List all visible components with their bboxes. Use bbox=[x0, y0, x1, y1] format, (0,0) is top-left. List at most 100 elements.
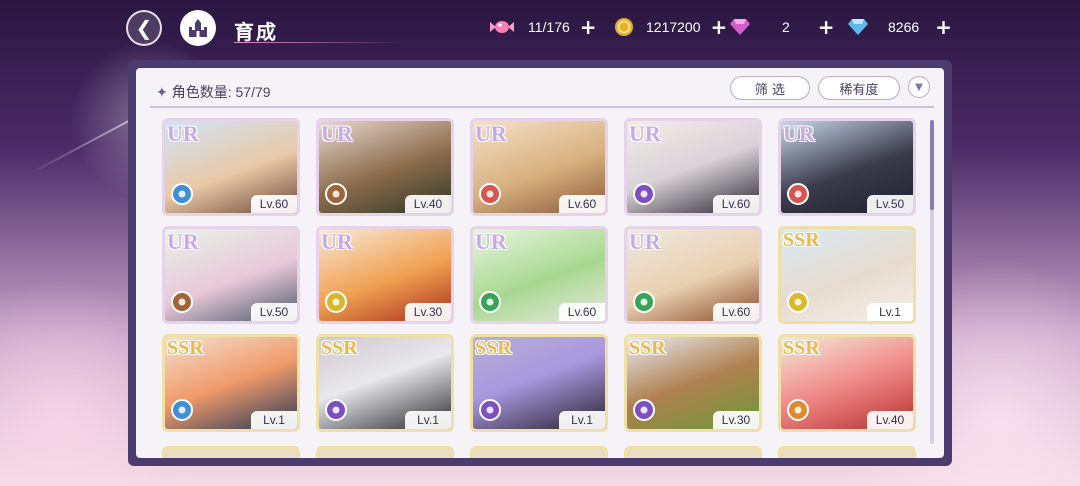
title-underline-decoration bbox=[234, 42, 404, 43]
character-card[interactable]: SSR Lv.1 bbox=[316, 334, 454, 432]
level-label: Lv.1 bbox=[559, 411, 605, 429]
level-label: Lv.50 bbox=[251, 303, 297, 321]
character-card[interactable]: UR Lv.60 bbox=[470, 118, 608, 216]
scrollbar[interactable] bbox=[930, 120, 934, 444]
character-card[interactable]: SSR Lv.30 bbox=[624, 334, 762, 432]
attribute-icon bbox=[787, 291, 809, 313]
attribute-icon bbox=[171, 291, 193, 313]
character-count-label: ✦ 角色数量: 57/79 bbox=[156, 82, 271, 102]
character-card-partial[interactable] bbox=[162, 446, 300, 458]
pink-diamond-value: 2 bbox=[782, 19, 790, 35]
sort-rarity-button[interactable]: 稀有度 bbox=[818, 76, 900, 100]
header-divider bbox=[150, 106, 934, 108]
level-label: Lv.60 bbox=[559, 195, 605, 213]
character-card[interactable]: UR Lv.50 bbox=[778, 118, 916, 216]
pink-diamond-add-button[interactable]: + bbox=[818, 17, 835, 37]
level-label: Lv.60 bbox=[251, 195, 297, 213]
candy-value: 11/176 bbox=[528, 19, 570, 35]
attribute-icon bbox=[325, 291, 347, 313]
blue-diamond-icon bbox=[846, 16, 870, 38]
rarity-badge: UR bbox=[475, 121, 507, 146]
rarity-badge: UR bbox=[783, 121, 815, 146]
rarity-badge: UR bbox=[475, 229, 507, 254]
character-card[interactable]: SSR Lv.1 bbox=[162, 334, 300, 432]
attribute-icon bbox=[325, 399, 347, 421]
gold-add-button[interactable]: + bbox=[711, 17, 728, 37]
rarity-badge: UR bbox=[167, 121, 199, 146]
attribute-icon bbox=[787, 183, 809, 205]
rarity-badge: UR bbox=[629, 121, 661, 146]
home-button[interactable] bbox=[180, 10, 216, 46]
character-card-partial[interactable] bbox=[624, 446, 762, 458]
level-label: Lv.1 bbox=[405, 411, 451, 429]
page-title: 育成 bbox=[234, 20, 278, 44]
level-label: Lv.30 bbox=[405, 303, 451, 321]
castle-icon bbox=[189, 19, 207, 37]
level-label: Lv.40 bbox=[405, 195, 451, 213]
candy-icon bbox=[490, 16, 514, 38]
rarity-badge: SSR bbox=[783, 337, 820, 359]
level-label: Lv.60 bbox=[559, 303, 605, 321]
filter-button[interactable]: 筛 选 bbox=[730, 76, 810, 100]
gold-coin-icon bbox=[612, 16, 636, 38]
attribute-icon bbox=[479, 291, 501, 313]
character-card[interactable]: SSR Lv.1 bbox=[778, 226, 916, 324]
blue-diamond-value: 8266 bbox=[888, 19, 920, 35]
rarity-badge: SSR bbox=[629, 337, 666, 359]
character-card[interactable]: UR Lv.50 bbox=[162, 226, 300, 324]
rarity-badge: SSR bbox=[167, 337, 204, 359]
scrollbar-thumb[interactable] bbox=[930, 120, 934, 210]
rarity-badge: SSR bbox=[475, 337, 512, 359]
rarity-badge: UR bbox=[321, 229, 353, 254]
sort-order-button[interactable]: ▼ bbox=[908, 76, 930, 98]
character-card[interactable]: UR Lv.60 bbox=[470, 226, 608, 324]
character-card[interactable]: UR Lv.60 bbox=[624, 118, 762, 216]
attribute-icon bbox=[787, 399, 809, 421]
pink-diamond-resource: 2 + bbox=[728, 16, 835, 38]
attribute-icon bbox=[171, 399, 193, 421]
attribute-icon bbox=[479, 183, 501, 205]
pink-diamond-icon bbox=[728, 16, 752, 38]
character-card-partial[interactable] bbox=[316, 446, 454, 458]
level-label: Lv.1 bbox=[867, 303, 913, 321]
character-card-partial[interactable] bbox=[470, 446, 608, 458]
blue-diamond-add-button[interactable]: + bbox=[935, 17, 952, 37]
attribute-icon bbox=[633, 183, 655, 205]
character-card[interactable]: UR Lv.30 bbox=[316, 226, 454, 324]
rarity-badge: SSR bbox=[783, 229, 820, 251]
character-card[interactable]: UR Lv.60 bbox=[162, 118, 300, 216]
top-bar: ❮ 育成 11/176 + 1217200 + 2 + 8266 + bbox=[0, 0, 1080, 56]
attribute-icon bbox=[633, 399, 655, 421]
blue-diamond-resource: 8266 + bbox=[846, 16, 952, 38]
level-label: Lv.50 bbox=[867, 195, 913, 213]
sparkle-icon: ✦ bbox=[156, 84, 168, 100]
character-card[interactable]: SSR Lv.40 bbox=[778, 334, 916, 432]
character-count-text: 角色数量: 57/79 bbox=[171, 84, 271, 100]
rarity-badge: UR bbox=[629, 229, 661, 254]
gold-resource: 1217200 + bbox=[612, 16, 727, 38]
level-label: Lv.40 bbox=[867, 411, 913, 429]
character-card[interactable]: UR Lv.60 bbox=[624, 226, 762, 324]
rarity-badge: UR bbox=[167, 229, 199, 254]
attribute-icon bbox=[633, 291, 655, 313]
character-panel: ✦ 角色数量: 57/79 筛 选 稀有度 ▼ UR Lv.60 UR Lv.40 UR L… bbox=[128, 60, 952, 466]
level-label: Lv.60 bbox=[713, 195, 759, 213]
candy-add-button[interactable]: + bbox=[580, 17, 597, 37]
level-label: Lv.1 bbox=[251, 411, 297, 429]
gold-value: 1217200 bbox=[646, 19, 701, 35]
rarity-badge: UR bbox=[321, 121, 353, 146]
candy-resource: 11/176 + bbox=[490, 16, 597, 38]
attribute-icon bbox=[325, 183, 347, 205]
character-card-partial[interactable] bbox=[778, 446, 916, 458]
level-label: Lv.60 bbox=[713, 303, 759, 321]
back-button[interactable]: ❮ bbox=[126, 10, 162, 46]
character-grid: UR Lv.60 UR Lv.40 UR Lv.60 UR Lv.60 UR Lv.50 UR Lv.… bbox=[162, 118, 922, 458]
rarity-badge: SSR bbox=[321, 337, 358, 359]
attribute-icon bbox=[171, 183, 193, 205]
chevron-down-icon: ▼ bbox=[915, 81, 923, 93]
character-card[interactable]: SSR Lv.1 bbox=[470, 334, 608, 432]
character-card[interactable]: UR Lv.40 bbox=[316, 118, 454, 216]
character-panel-content: ✦ 角色数量: 57/79 筛 选 稀有度 ▼ UR Lv.60 UR Lv.40 UR L… bbox=[136, 68, 944, 458]
level-label: Lv.30 bbox=[713, 411, 759, 429]
attribute-icon bbox=[479, 399, 501, 421]
